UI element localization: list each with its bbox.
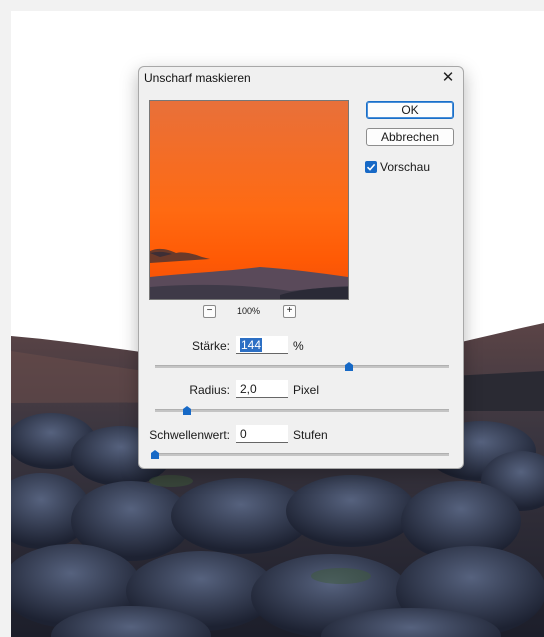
dialog-title: Unscharf maskieren: [144, 71, 251, 85]
dialog-titlebar[interactable]: Unscharf maskieren ✕: [139, 67, 463, 89]
preview-image[interactable]: [149, 100, 349, 300]
preview-checkbox[interactable]: [365, 161, 377, 173]
zoom-out-button[interactable]: −: [203, 305, 216, 318]
strength-label: Stärke:: [191, 339, 230, 353]
radius-slider[interactable]: [155, 406, 449, 415]
threshold-label: Schwellenwert:: [149, 428, 230, 442]
close-icon[interactable]: ✕: [439, 69, 457, 87]
zoom-in-button[interactable]: +: [283, 305, 296, 318]
zoom-level: 100%: [237, 306, 261, 316]
ok-button[interactable]: OK: [366, 101, 454, 119]
radius-input[interactable]: 2,0: [236, 380, 288, 398]
radius-unit: Pixel: [293, 383, 320, 397]
threshold-input[interactable]: 0: [236, 425, 288, 443]
threshold-unit: Stufen: [293, 428, 328, 442]
radius-label: Radius:: [189, 383, 230, 397]
cancel-button[interactable]: Abbrechen: [366, 128, 454, 146]
checkmark-icon: [366, 163, 376, 171]
preview-checkbox-label: Vorschau: [380, 160, 431, 174]
strength-slider-thumb[interactable]: [345, 362, 353, 371]
strength-value: 144: [240, 338, 263, 352]
strength-unit: %: [293, 339, 304, 353]
radius-slider-thumb[interactable]: [183, 406, 191, 415]
strength-slider[interactable]: [155, 362, 449, 371]
strength-input[interactable]: 144: [236, 336, 288, 354]
radius-value: 2,0: [240, 382, 257, 396]
threshold-slider[interactable]: [151, 450, 449, 459]
threshold-value: 0: [240, 427, 247, 441]
unsharp-mask-dialog: Unscharf maskieren ✕ − 100% + OK Abbrech…: [138, 66, 464, 469]
threshold-slider-thumb[interactable]: [151, 450, 159, 459]
